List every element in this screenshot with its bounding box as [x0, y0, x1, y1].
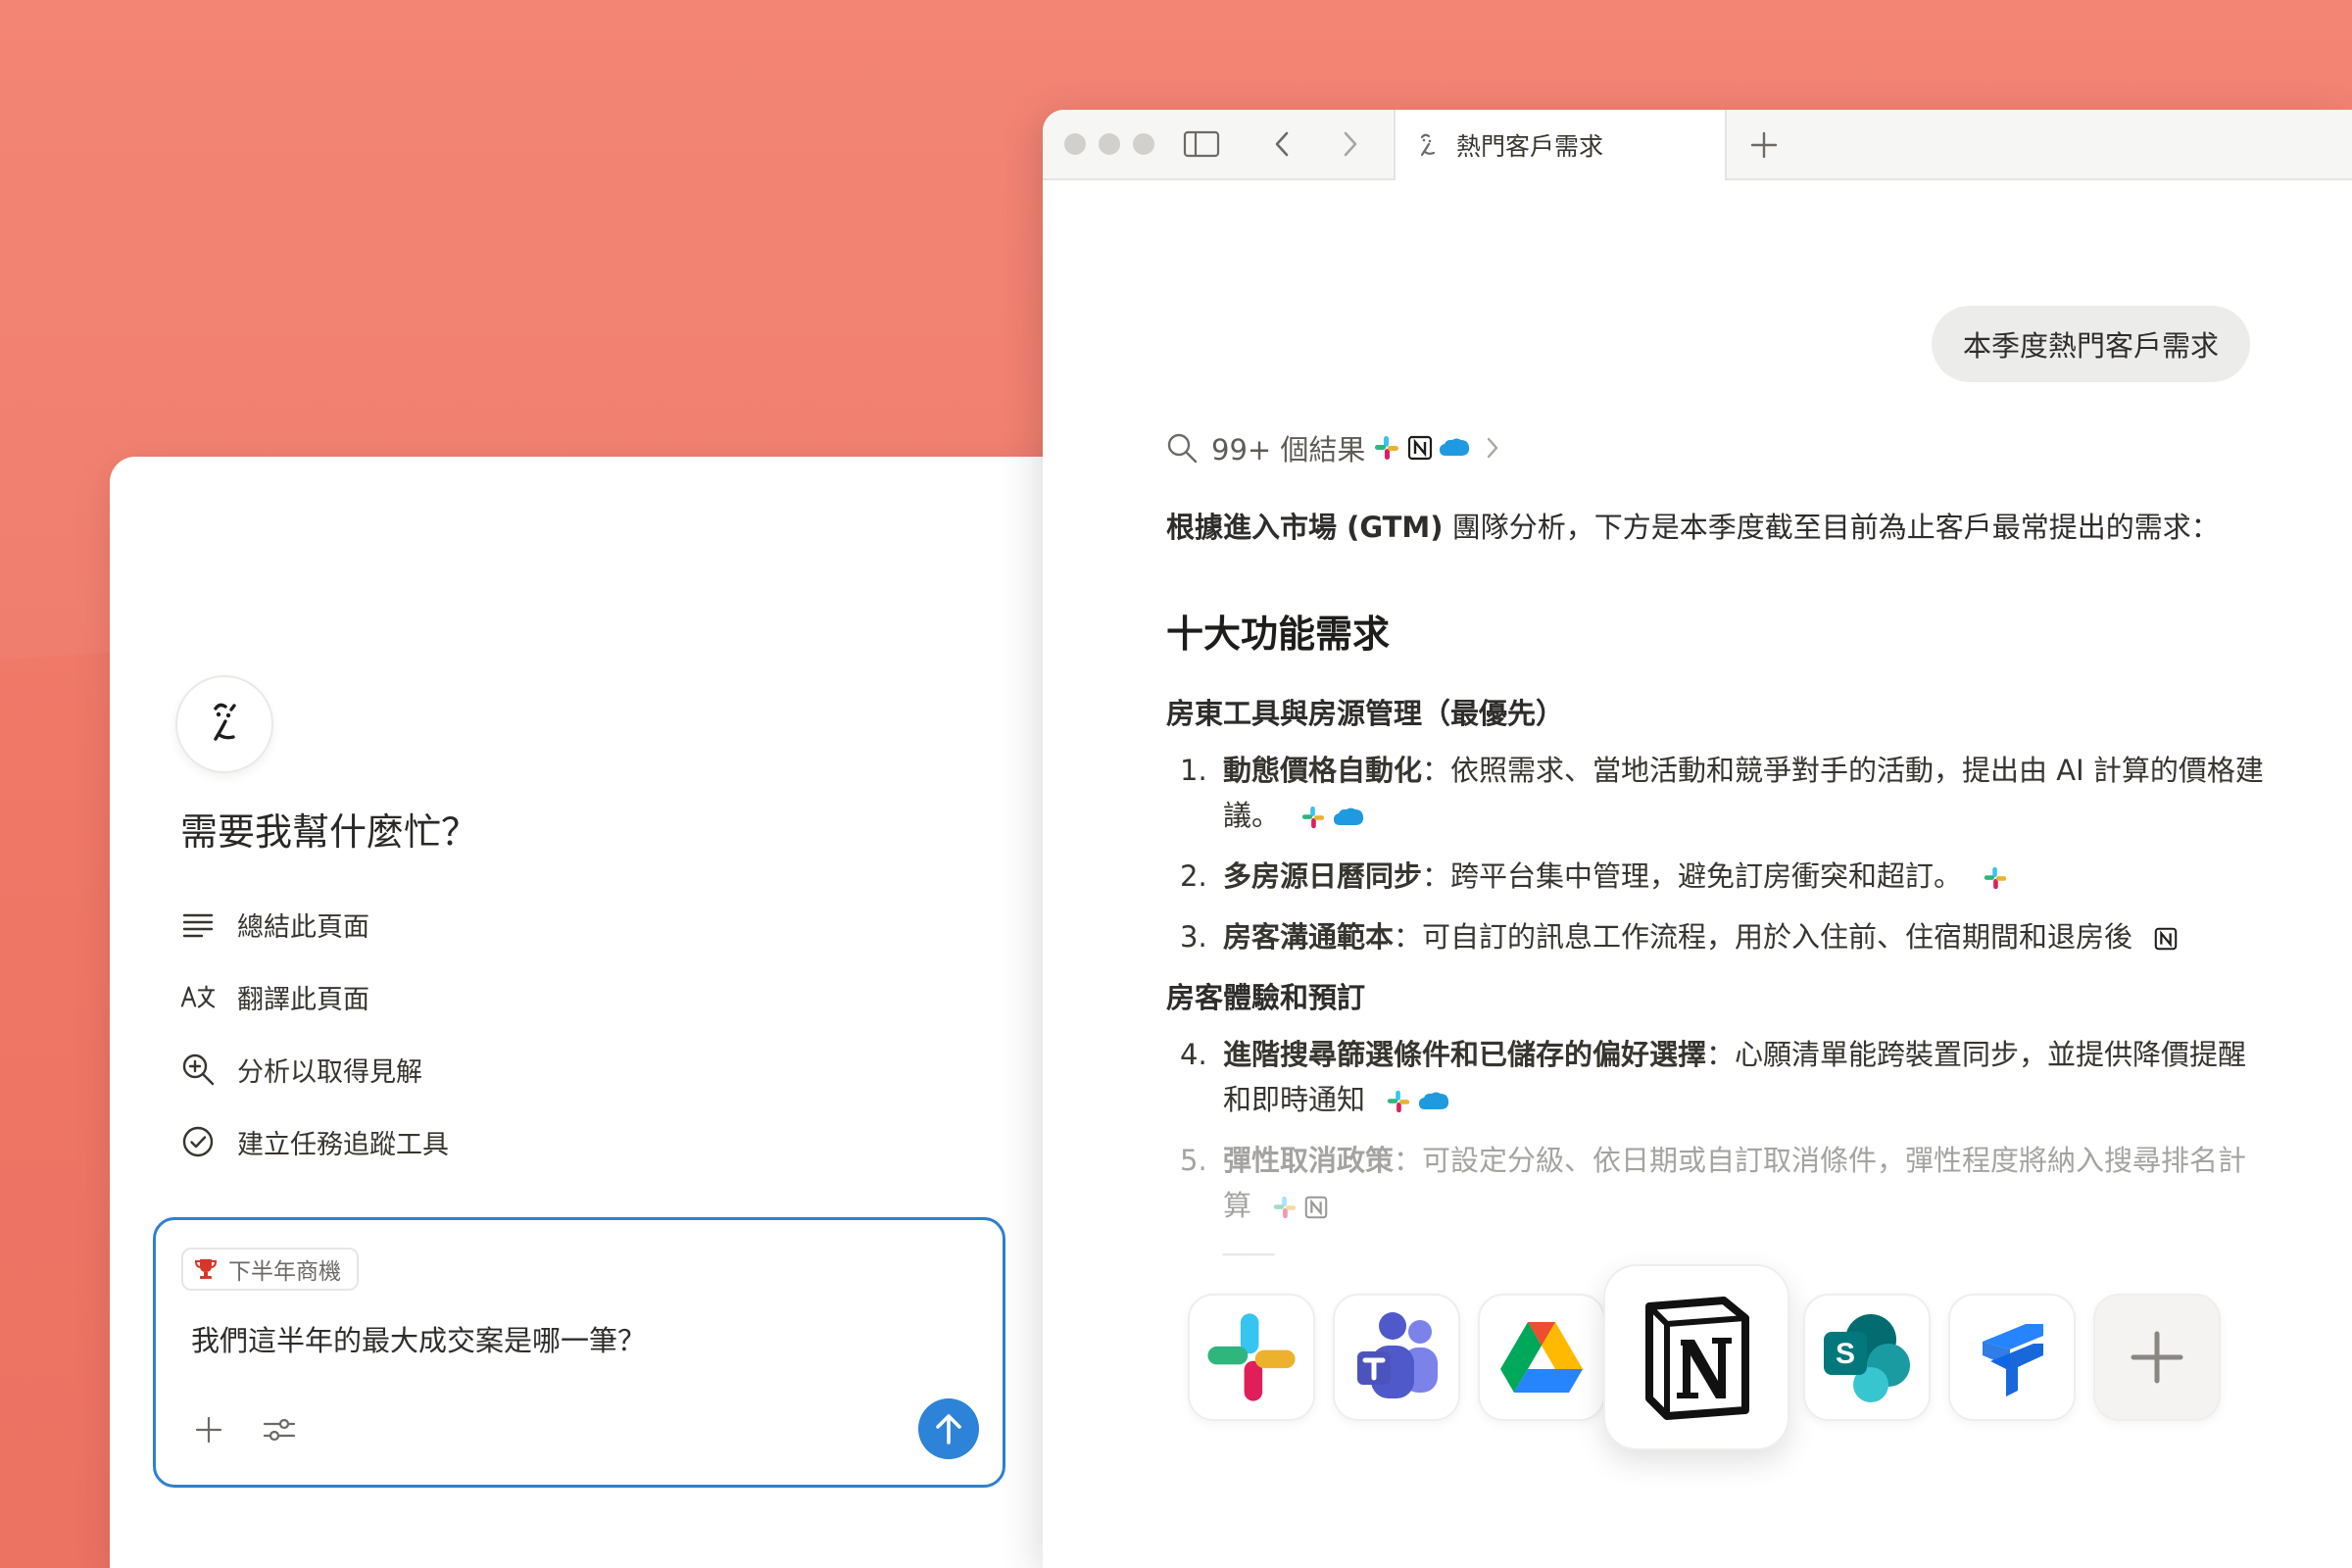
composer-input[interactable]: 我們這半年的最大成交案是哪一筆？: [191, 1318, 646, 1359]
slack-icon: [1388, 1090, 1410, 1113]
sidebar-toggle-button[interactable]: [1180, 122, 1223, 166]
svg-text:S: S: [1836, 1338, 1855, 1370]
context-chip[interactable]: 下半年商機: [181, 1248, 359, 1291]
sharepoint-app-tile[interactable]: S: [1803, 1294, 1931, 1421]
slack-icon: [1274, 1196, 1297, 1219]
translate-page-action[interactable]: 翻譯此頁面: [180, 960, 729, 1033]
list-item: 5. 彈性取消政策：可設定分級、依日期或自訂取消條件，彈性程度將納入搜尋排名計算: [1180, 1144, 2247, 1222]
arrow-up-icon: [936, 1414, 961, 1445]
create-task-tracker-action[interactable]: 建立任務追蹤工具: [180, 1105, 729, 1178]
translate-page-label: 翻譯此頁面: [237, 984, 369, 1015]
user-query-bubble: 本季度熱門客戶需求: [1931, 306, 2250, 382]
list-item: 1. 動態價格自動化：依照需求、當地活動和競爭對手的活動，提出由 AI 計算的價…: [1180, 754, 2264, 832]
send-button[interactable]: [918, 1398, 979, 1459]
context-chip-label: 下半年商機: [228, 1259, 341, 1285]
salesforce-icon: [1419, 1092, 1449, 1109]
sharepoint-icon: S: [1824, 1314, 1910, 1402]
source-icons: [1373, 434, 1471, 462]
source-icons: [1295, 805, 1365, 830]
slack-icon: [1302, 806, 1325, 829]
slack-icon: [1207, 1313, 1296, 1401]
browser-titlebar: 熱門客戶需求: [1043, 110, 2352, 180]
translate-icon: [180, 979, 216, 1014]
ai-action-list: 總結此頁面 翻譯此頁面 分析以取得見解 建立任務追蹤工具: [180, 888, 729, 1178]
teams-app-tile[interactable]: [1333, 1294, 1460, 1421]
notion-app-tile[interactable]: [1603, 1264, 1789, 1450]
chevron-right-icon: [1485, 435, 1500, 461]
source-icons: [2147, 926, 2179, 952]
sidebar-icon: [1183, 130, 1220, 158]
notion-icon: [1408, 435, 1433, 461]
plus-icon: [195, 1416, 222, 1444]
notion-icon: [1304, 1196, 1328, 1219]
section-title: 房東工具與房源管理（最優先）: [1166, 697, 1565, 730]
tab-active[interactable]: 熱門客戶需求: [1394, 110, 1727, 180]
jira-icon: [1983, 1324, 2043, 1396]
chevron-left-icon: [1275, 131, 1289, 157]
zoom-window-button[interactable]: [1133, 133, 1154, 155]
results-count: 99+ 個結果: [1211, 433, 1366, 466]
lines-icon: [180, 906, 216, 942]
notion-icon: [1645, 1297, 1749, 1420]
close-window-button[interactable]: [1064, 133, 1086, 155]
ai-face-icon: [1413, 130, 1443, 160]
summarize-page-label: 總結此頁面: [237, 911, 369, 943]
source-icons: [1380, 1089, 1450, 1114]
teams-icon: [1357, 1312, 1438, 1398]
response-intro: 根據進入市場 (GTM) 團隊分析，下方是本季度截至目前為止客戶最常提出的需求：: [1166, 511, 2220, 544]
settings-sliders-button[interactable]: [262, 1412, 297, 1447]
add-attachment-button[interactable]: [191, 1412, 226, 1447]
notion-icon: [2155, 927, 2178, 951]
add-icon: [2131, 1331, 2183, 1384]
forward-button[interactable]: [1329, 122, 1372, 166]
section-title: 房客體驗和預訂: [1166, 981, 1366, 1014]
search-results-toggle[interactable]: 99+ 個結果: [1166, 427, 1500, 468]
trophy-icon: [193, 1257, 219, 1281]
analyze-insights-label: 分析以取得見解: [237, 1056, 422, 1088]
salesforce-icon: [1334, 808, 1364, 825]
ai-face-icon: [175, 675, 273, 773]
source-icons: [1977, 865, 2008, 891]
tab-title: 熱門客戶需求: [1456, 132, 1604, 161]
list-item: 4. 進階搜尋篩選條件和已儲存的偏好選擇：心願清單能跨裝置同步，並提供降價提醒和…: [1180, 1038, 2247, 1116]
list-item: 3. 房客溝通範本：可自訂的訊息工作流程，用於入住前、住宿期間和退房後: [1166, 914, 2264, 959]
new-tab-button[interactable]: [1742, 123, 1786, 167]
plus-icon: [1750, 131, 1778, 159]
google-drive-icon: [1500, 1322, 1583, 1393]
create-task-tracker-label: 建立任務追蹤工具: [237, 1129, 449, 1160]
list-item: 2. 多房源日曆同步：跨平台集中管理，避免訂房衝突和超訂。: [1166, 854, 2264, 899]
window-controls: [1064, 133, 1154, 155]
source-icons: [1266, 1195, 1329, 1220]
add-integration-button[interactable]: [2093, 1294, 2221, 1421]
sliders-icon: [263, 1418, 296, 1442]
search-icon: [1166, 432, 1198, 464]
ai-prompt-title: 需要我幫什麼忙？: [180, 810, 479, 854]
check-circle-icon: [180, 1124, 216, 1159]
google-drive-app-tile[interactable]: [1478, 1294, 1605, 1421]
salesforce-icon: [1440, 438, 1470, 456]
integrations-row: S: [1188, 1264, 2227, 1450]
chevron-right-icon: [1344, 131, 1357, 157]
slack-icon: [1984, 866, 2007, 890]
ai-assistant-panel: 需要我幫什麼忙？ 總結此頁面 翻譯此頁面 分析以取得見解 建立任務追蹤工具 下半…: [110, 457, 1129, 1568]
slack-icon: [1375, 436, 1399, 460]
ai-composer[interactable]: 下半年商機 我們這半年的最大成交案是哪一筆？: [153, 1217, 1005, 1488]
jira-app-tile[interactable]: [1948, 1294, 2076, 1421]
minimize-window-button[interactable]: [1099, 133, 1120, 155]
magnify-plus-icon: [180, 1052, 216, 1087]
slack-app-tile[interactable]: [1188, 1294, 1315, 1421]
response-heading: 十大功能需求: [1166, 612, 1391, 656]
back-button[interactable]: [1260, 122, 1303, 166]
ai-response: 根據進入市場 (GTM) 團隊分析，下方是本季度截至目前為止客戶最常提出的需求：…: [1166, 506, 2264, 1267]
analyze-insights-action[interactable]: 分析以取得見解: [180, 1033, 729, 1105]
summarize-page-action[interactable]: 總結此頁面: [180, 888, 729, 960]
